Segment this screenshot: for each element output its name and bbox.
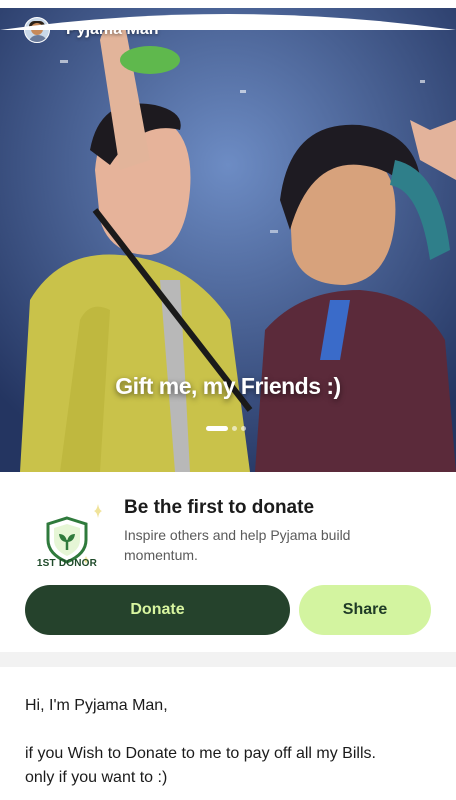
carousel-indicator[interactable] bbox=[206, 426, 246, 431]
donor-card-title: Be the first to donate bbox=[124, 497, 315, 518]
campaign-hero: Pyjama Man Gift me, my Friends :) bbox=[0, 0, 456, 472]
badge-label: 1ST DONOR bbox=[36, 558, 98, 569]
hero-caption: Gift me, my Friends :) bbox=[115, 373, 341, 399]
hero-photo bbox=[0, 0, 456, 472]
carousel-dot[interactable] bbox=[241, 426, 246, 431]
description-line: only if you want to :) bbox=[25, 769, 168, 786]
donate-button[interactable]: Donate bbox=[25, 585, 290, 635]
donor-card-subtitle: Inspire others and help Pyjama build mom… bbox=[124, 527, 351, 563]
avatar-body bbox=[28, 35, 48, 42]
hero-curve bbox=[0, 14, 456, 30]
carousel-dot-active[interactable] bbox=[206, 426, 228, 431]
description-line: if you Wish to Donate to me to pay off a… bbox=[25, 745, 376, 762]
section-divider bbox=[0, 652, 456, 667]
description-line: Hi, I'm Pyjama Man, bbox=[25, 697, 168, 714]
campaign-description: Hi, I'm Pyjama Man, if you Wish to Donat… bbox=[25, 694, 435, 790]
first-donor-card: 1ST DONOR Be the first to donate Inspire… bbox=[0, 478, 456, 648]
carousel-dot[interactable] bbox=[232, 426, 237, 431]
share-button[interactable]: Share bbox=[299, 585, 431, 635]
